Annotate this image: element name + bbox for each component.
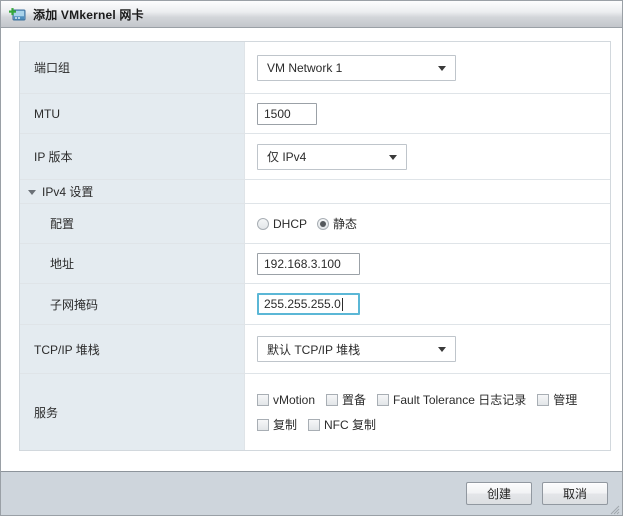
radio-static[interactable]: 静态	[317, 215, 357, 232]
label-services: 服务	[20, 374, 245, 450]
subnet-mask-input-value: 255.255.255.0	[264, 297, 341, 311]
chevron-down-icon	[389, 154, 397, 160]
address-input-value: 192.168.3.100	[264, 256, 341, 271]
port-group-select[interactable]: VM Network 1	[257, 54, 456, 81]
subnet-mask-input[interactable]: 255.255.255.0	[257, 293, 360, 315]
table-row: 服务 vMotion 置备 Fault Tolerance 日志记录 管理 复制…	[20, 374, 610, 451]
table-row: IPv4 设置	[20, 180, 610, 204]
value-mtu: 1500	[245, 94, 610, 133]
label-configuration: 配置	[20, 204, 245, 243]
address-input[interactable]: 192.168.3.100	[257, 252, 360, 275]
section-header-ipv4-settings-label: IPv4 设置	[42, 185, 94, 199]
radio-dhcp[interactable]: DHCP	[257, 217, 307, 231]
checkbox-nfc-replication[interactable]: NFC 复制	[308, 416, 376, 433]
table-row: TCP/IP 堆栈 默认 TCP/IP 堆栈	[20, 325, 610, 374]
mtu-input[interactable]: 1500	[257, 102, 317, 125]
checkbox-replication-indicator	[257, 418, 269, 431]
dialog-titlebar[interactable]: 添加 VMkernel 网卡	[1, 1, 622, 28]
resize-grip-icon[interactable]	[610, 504, 620, 515]
checkbox-fault-tolerance-logging-indicator	[377, 393, 390, 406]
dialog-footer: 创建 取消	[1, 471, 622, 515]
checkbox-provisioning-label: 置备	[342, 393, 367, 407]
ip-version-select[interactable]: 仅 IPv4	[257, 143, 407, 170]
checkbox-fault-tolerance-logging[interactable]: Fault Tolerance 日志记录	[377, 391, 526, 408]
value-ip-version: 仅 IPv4	[245, 134, 610, 179]
label-subnet-mask: 子网掩码	[20, 284, 245, 324]
text-caret	[341, 297, 343, 311]
ip-version-select-value: 仅 IPv4	[267, 150, 307, 164]
label-mtu: MTU	[20, 94, 245, 133]
create-button[interactable]: 创建	[466, 482, 532, 505]
value-configuration: DHCP 静态	[245, 204, 610, 243]
checkbox-vmotion-indicator	[257, 393, 269, 406]
mtu-input-value: 1500	[264, 106, 291, 121]
vmkernel-settings-table: 端口组 VM Network 1 MTU 1500 IP 版本 仅 IPv4 I…	[19, 41, 611, 451]
checkbox-management-label: 管理	[553, 393, 578, 407]
dialog-title: 添加 VMkernel 网卡	[33, 7, 144, 22]
port-group-select-value: VM Network 1	[267, 60, 343, 75]
tcpip-stack-select[interactable]: 默认 TCP/IP 堆栈	[257, 336, 456, 362]
radio-static-indicator	[317, 217, 330, 230]
checkbox-management-indicator	[537, 393, 550, 406]
label-tcpip-stack: TCP/IP 堆栈	[20, 325, 245, 373]
table-row: IP 版本 仅 IPv4	[20, 134, 610, 180]
services-checkbox-row-1: vMotion 置备 Fault Tolerance 日志记录 管理	[257, 391, 588, 408]
chevron-down-icon	[438, 347, 446, 352]
add-vmkernel-nic-icon	[9, 7, 26, 22]
label-address: 地址	[20, 244, 245, 283]
checkbox-replication[interactable]: 复制	[257, 416, 297, 433]
services-checkbox-row-2: 复制 NFC 复制	[257, 416, 387, 433]
tcpip-stack-select-value: 默认 TCP/IP 堆栈	[267, 342, 361, 357]
table-row: 端口组 VM Network 1	[20, 42, 610, 94]
section-header-ipv4-settings[interactable]: IPv4 设置	[20, 180, 245, 203]
checkbox-provisioning-indicator	[326, 393, 339, 406]
label-ip-version: IP 版本	[20, 134, 245, 179]
table-row: 子网掩码 255.255.255.0	[20, 284, 610, 325]
checkbox-vmotion[interactable]: vMotion	[257, 393, 315, 407]
radio-dhcp-label: DHCP	[273, 216, 308, 231]
table-row: 配置 DHCP 静态	[20, 204, 610, 244]
value-services: vMotion 置备 Fault Tolerance 日志记录 管理 复制 NF…	[245, 374, 610, 450]
checkbox-management[interactable]: 管理	[537, 391, 577, 408]
section-header-ipv4-settings-spacer	[245, 180, 610, 203]
table-row: MTU 1500	[20, 94, 610, 134]
chevron-down-icon	[28, 190, 36, 195]
checkbox-provisioning[interactable]: 置备	[326, 391, 366, 408]
table-row: 地址 192.168.3.100	[20, 244, 610, 284]
add-vmkernel-nic-dialog: 添加 VMkernel 网卡 端口组 VM Network 1 MTU 1500…	[0, 0, 623, 516]
radio-dhcp-indicator	[257, 217, 269, 230]
value-subnet-mask: 255.255.255.0	[245, 284, 610, 324]
checkbox-fault-tolerance-logging-label: Fault Tolerance 日志记录	[393, 393, 527, 407]
cancel-button[interactable]: 取消	[542, 482, 608, 505]
checkbox-vmotion-label: vMotion	[273, 392, 316, 407]
label-port-group: 端口组	[20, 42, 245, 93]
configuration-radio-group: DHCP 静态	[257, 215, 365, 232]
value-port-group: VM Network 1	[245, 42, 610, 93]
checkbox-replication-label: 复制	[273, 418, 298, 432]
chevron-down-icon	[438, 65, 446, 71]
checkbox-nfc-replication-label: NFC 复制	[324, 418, 377, 432]
radio-static-label: 静态	[333, 217, 358, 231]
checkbox-nfc-replication-indicator	[308, 418, 321, 431]
value-tcpip-stack: 默认 TCP/IP 堆栈	[245, 325, 610, 373]
dialog-body: 端口组 VM Network 1 MTU 1500 IP 版本 仅 IPv4 I…	[1, 28, 622, 471]
value-address: 192.168.3.100	[245, 244, 610, 283]
